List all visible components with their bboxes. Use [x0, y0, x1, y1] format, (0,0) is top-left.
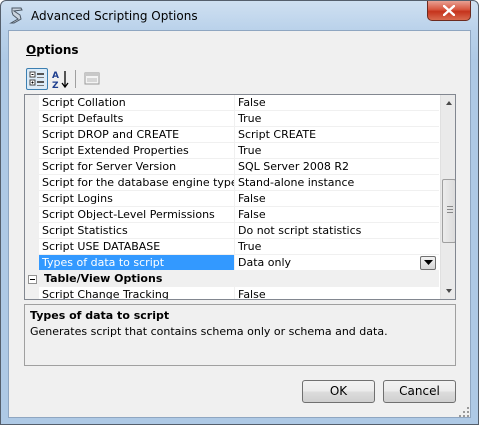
property-value[interactable]: True	[235, 239, 439, 255]
property-value[interactable]: True	[235, 111, 439, 127]
categorized-icon	[29, 71, 44, 86]
toolbar-separator	[75, 70, 76, 88]
scroll-up-button[interactable]	[441, 95, 455, 111]
vertical-scrollbar[interactable]	[440, 95, 455, 299]
property-value[interactable]: True	[235, 143, 439, 159]
window-title: Advanced Scripting Options	[31, 9, 198, 23]
app-icon	[9, 7, 23, 24]
property-grid-rows: Script Collation False Script Defaults T…	[25, 95, 439, 299]
categorized-button[interactable]	[26, 68, 48, 90]
property-name: Script Extended Properties	[39, 143, 235, 159]
description-title: Types of data to script	[30, 309, 170, 322]
description-text: Generates script that contains schema on…	[30, 325, 388, 338]
property-row-selected[interactable]: Types of data to script Data only	[25, 255, 439, 271]
row-gutter	[25, 191, 39, 207]
alphabetical-button[interactable]: A Z	[50, 68, 72, 91]
row-gutter	[25, 255, 39, 271]
property-name: Script Defaults	[39, 111, 235, 127]
scrollbar-thumb[interactable]	[442, 179, 455, 243]
row-gutter	[25, 223, 39, 239]
property-row[interactable]: Script Defaults True	[25, 111, 439, 127]
property-value-dropdown[interactable]: Data only	[235, 255, 439, 271]
property-value[interactable]: False	[235, 207, 439, 223]
dropdown-button[interactable]	[420, 256, 436, 270]
property-row[interactable]: Script Collation False	[25, 95, 439, 111]
cancel-button[interactable]: Cancel	[383, 380, 456, 403]
row-gutter	[25, 287, 39, 299]
property-row[interactable]: Script Statistics Do not script statisti…	[25, 223, 439, 239]
property-name: Script for the database engine type	[39, 175, 235, 191]
row-gutter	[25, 111, 39, 127]
grip-line	[447, 212, 453, 213]
grip-line	[447, 209, 453, 210]
close-icon	[443, 5, 455, 16]
resize-grip-icon[interactable]	[458, 406, 470, 418]
scroll-down-button[interactable]	[441, 283, 455, 299]
property-value[interactable]: Script CREATE	[235, 127, 439, 143]
property-name: Types of data to script	[39, 255, 235, 271]
property-name: Script DROP and CREATE	[39, 127, 235, 143]
row-gutter	[25, 143, 39, 159]
row-gutter	[25, 207, 39, 223]
collapse-toggle-icon[interactable]	[28, 275, 37, 284]
property-name: Script Logins	[39, 191, 235, 207]
property-name: Script USE DATABASE	[39, 239, 235, 255]
row-gutter	[25, 175, 39, 191]
ok-button[interactable]: OK	[302, 380, 375, 403]
property-value[interactable]: Stand-alone instance	[235, 175, 439, 191]
row-gutter	[25, 95, 39, 111]
description-panel: Types of data to script Generates script…	[24, 304, 456, 366]
property-row[interactable]: Script Object-Level Permissions False	[25, 207, 439, 223]
options-heading: Options	[26, 43, 79, 57]
svg-text:A: A	[52, 71, 59, 81]
property-name: Script Collation	[39, 95, 235, 111]
property-row[interactable]: Script DROP and CREATE Script CREATE	[25, 127, 439, 143]
property-value[interactable]: Do not script statistics	[235, 223, 439, 239]
property-name: Script Statistics	[39, 223, 235, 239]
row-gutter	[25, 127, 39, 143]
category-name: Table/View Options	[44, 272, 163, 285]
scroll-up-icon	[446, 101, 452, 105]
close-button[interactable]	[427, 1, 471, 21]
property-value[interactable]: False	[235, 191, 439, 207]
property-pages-icon	[84, 72, 100, 85]
property-row[interactable]: Script for the database engine type Stan…	[25, 175, 439, 191]
row-gutter	[25, 239, 39, 255]
property-name: Script Change Tracking	[39, 287, 235, 299]
property-row[interactable]: Script USE DATABASE True	[25, 239, 439, 255]
scroll-down-icon	[446, 289, 452, 293]
property-name: Script Object-Level Permissions	[39, 207, 235, 223]
row-gutter	[25, 159, 39, 175]
property-row[interactable]: Script Change Tracking False	[25, 287, 439, 299]
sort-az-icon: A Z	[52, 71, 69, 91]
property-row[interactable]: Script Logins False	[25, 191, 439, 207]
svg-text:Z: Z	[52, 81, 59, 90]
property-row[interactable]: Script for Server Version SQL Server 200…	[25, 159, 439, 175]
dialog-body: Options A Z Script Collation False Scrip…	[8, 30, 471, 418]
property-value[interactable]: SQL Server 2008 R2	[235, 159, 439, 175]
dropdown-value: Data only	[238, 256, 292, 269]
title-bar[interactable]: Advanced Scripting Options	[1, 1, 478, 31]
category-row[interactable]: Table/View Options	[25, 271, 439, 287]
property-name: Script for Server Version	[39, 159, 235, 175]
grip-line	[447, 206, 453, 207]
property-grid[interactable]: Script Collation False Script Defaults T…	[24, 94, 456, 300]
property-value[interactable]: False	[235, 95, 439, 111]
property-pages-button[interactable]	[81, 68, 103, 90]
property-row[interactable]: Script Extended Properties True	[25, 143, 439, 159]
chevron-down-icon	[424, 260, 433, 265]
dialog-window: Advanced Scripting Options Options A Z S…	[0, 0, 479, 425]
property-value[interactable]: False	[235, 287, 439, 299]
